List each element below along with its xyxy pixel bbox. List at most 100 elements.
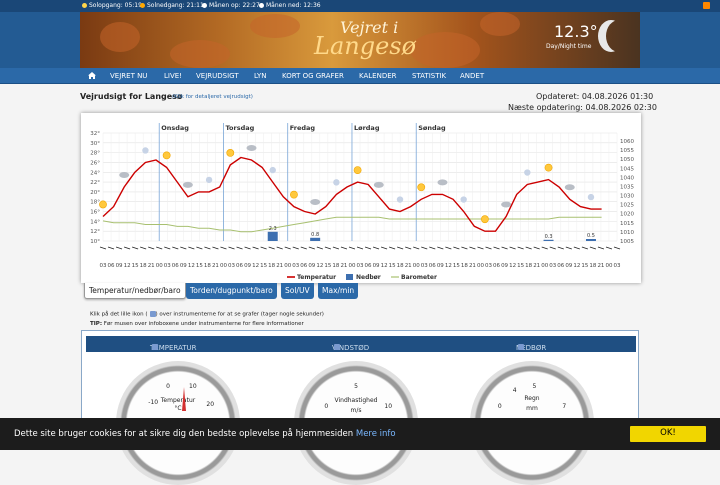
- x-tick-label: 15: [260, 263, 267, 269]
- nav-lyn[interactable]: LYN: [254, 72, 266, 80]
- day-label: Søndag: [418, 124, 446, 132]
- wind-arrow: [156, 246, 163, 250]
- home-icon[interactable]: [88, 72, 96, 79]
- wind-arrow: [485, 246, 492, 250]
- wind-arrow: [348, 246, 356, 250]
- forecast-chart-box: 32° 30° 28° 26° 24° 22° 20° 18° 16° 14° 12° 10° 1060…: [81, 113, 641, 283]
- wind-arrow: [252, 246, 259, 250]
- y-left-tick: 28°: [90, 151, 100, 157]
- x-tick-label: 03: [549, 263, 556, 269]
- y-left-tick: 32°: [90, 131, 100, 137]
- moon-icon: [460, 196, 467, 203]
- x-tick-label: 09: [373, 263, 380, 269]
- rain-graph-icon[interactable]: [518, 344, 524, 350]
- wind-arrow: [364, 246, 372, 250]
- x-tick-label: 03: [614, 263, 621, 269]
- rss-icon[interactable]: [703, 2, 710, 9]
- wind-arrow: [525, 246, 532, 250]
- wind-arrow: [131, 246, 139, 250]
- y-right-tick: 1015: [620, 221, 634, 227]
- nav-live[interactable]: LIVE!: [164, 72, 182, 80]
- wind-arrow: [148, 246, 155, 250]
- sunset-time: Solnedgang: 21:11: [147, 2, 204, 9]
- cloud-icon: [501, 201, 512, 208]
- x-tick-label: 00: [605, 263, 612, 269]
- x-tick-label: 21: [148, 263, 155, 269]
- cloud-icon: [246, 145, 257, 151]
- cloud-icon: [310, 199, 321, 205]
- y-left-tick: 18°: [90, 200, 100, 206]
- temperature-graph2-icon[interactable]: [152, 344, 158, 350]
- x-tick-label: 06: [172, 263, 179, 269]
- tab-temp-rain-baro[interactable]: Temperatur/nedbør/baro: [84, 283, 186, 299]
- x-tick-label: 21: [212, 263, 219, 269]
- precip-label: 0.8: [311, 232, 319, 238]
- cloud-icon: [182, 181, 193, 188]
- wind-arrow: [581, 246, 589, 250]
- wind-arrow: [461, 246, 468, 250]
- moon-icon: [142, 147, 149, 154]
- x-tick-label: 00: [348, 263, 355, 269]
- cookie-ok-button[interactable]: OK!: [630, 426, 706, 442]
- x-tick-label: 03: [292, 263, 299, 269]
- wind-arrow: [613, 246, 621, 250]
- wind-arrow: [573, 246, 580, 250]
- wind-graph-icon[interactable]: [334, 344, 340, 350]
- x-tick-label: 18: [525, 263, 532, 269]
- y-right-tick: 1050: [620, 157, 634, 163]
- sun-icon: [544, 163, 553, 172]
- wind-arrow: [212, 246, 219, 250]
- nav-vejret-nu[interactable]: VEJRET NU: [110, 72, 147, 80]
- legend-precip: Nedbør: [356, 274, 381, 281]
- nav-kalender[interactable]: KALENDER: [359, 72, 397, 80]
- wind-arrow: [268, 246, 275, 250]
- x-tick-label: 00: [220, 263, 227, 269]
- x-tick-label: 12: [381, 263, 388, 269]
- next-update-timestamp: Næste opdatering: 04.08.2026 02:30: [508, 103, 657, 112]
- wind-arrow: [405, 246, 412, 250]
- moonrise-time: Månen op: 22:27: [209, 2, 260, 9]
- nav-andet[interactable]: ANDET: [460, 72, 484, 80]
- nav-kort-og-grafer[interactable]: KORT OG GRAFER: [282, 72, 344, 80]
- wind-arrow: [477, 246, 484, 250]
- day-label: Fredag: [290, 124, 316, 132]
- legend-barometer: Barometer: [401, 274, 437, 281]
- wind-arrow: [332, 246, 340, 250]
- y-right-tick: 1035: [620, 184, 634, 190]
- precip-bar: [585, 239, 596, 241]
- sun-icon: [226, 149, 235, 157]
- wind-arrow: [300, 246, 307, 250]
- cloud-icon: [373, 181, 384, 188]
- y-right-tick: 1020: [620, 212, 634, 218]
- moon-icon: [396, 196, 404, 203]
- y-right-tick: 1030: [620, 194, 634, 200]
- wind-arrow: [244, 246, 251, 250]
- y-left-tick: 26°: [90, 160, 100, 166]
- x-tick-label: 12: [509, 263, 516, 269]
- legend-temperature: Temperatur: [297, 274, 336, 281]
- updated-timestamp: Opdateret: 04.08.2026 01:30: [536, 92, 654, 101]
- instruments-header: TEMPERATUR VINDSTØD NEDBØR: [86, 336, 636, 352]
- x-tick-label: 00: [156, 263, 163, 269]
- x-tick-label: 18: [332, 263, 339, 269]
- wind-arrow: [204, 246, 211, 250]
- header-banner: Vejret i Langesø 12.3° Day/Night time: [80, 12, 640, 68]
- nav-vejrudsigt[interactable]: VEJRUDSIGT: [196, 72, 239, 80]
- x-tick-label: 18: [204, 263, 211, 269]
- x-tick-label: 03: [357, 263, 364, 269]
- help-text-tip: TIP: Før musen over infoboxene under ins…: [90, 321, 304, 327]
- nav-statistik[interactable]: STATISTIK: [412, 72, 446, 80]
- x-tick-label: 06: [108, 263, 115, 269]
- detail-forecast-link[interactable]: (Klik for detaljeret vejrudsigt): [172, 94, 253, 100]
- x-tick-label: 09: [244, 263, 251, 269]
- x-tick-label: 21: [597, 263, 604, 269]
- tab-max-min[interactable]: Max/min: [318, 283, 359, 299]
- y-right-tick: 1025: [620, 203, 634, 209]
- tab-sun-uv[interactable]: Sol/UV: [281, 283, 314, 299]
- cookie-more-info-link[interactable]: Mere info: [356, 429, 396, 439]
- moon-icon: [524, 169, 531, 176]
- tab-thunder-dewpoint-baro[interactable]: Torden/dugpunkt/baro: [186, 283, 277, 299]
- forecast-chart[interactable]: 32° 30° 28° 26° 24° 22° 20° 18° 16° 14° 12° 10° 1060…: [81, 113, 641, 283]
- wind-arrow: [123, 246, 131, 250]
- cloud-icon: [119, 172, 130, 178]
